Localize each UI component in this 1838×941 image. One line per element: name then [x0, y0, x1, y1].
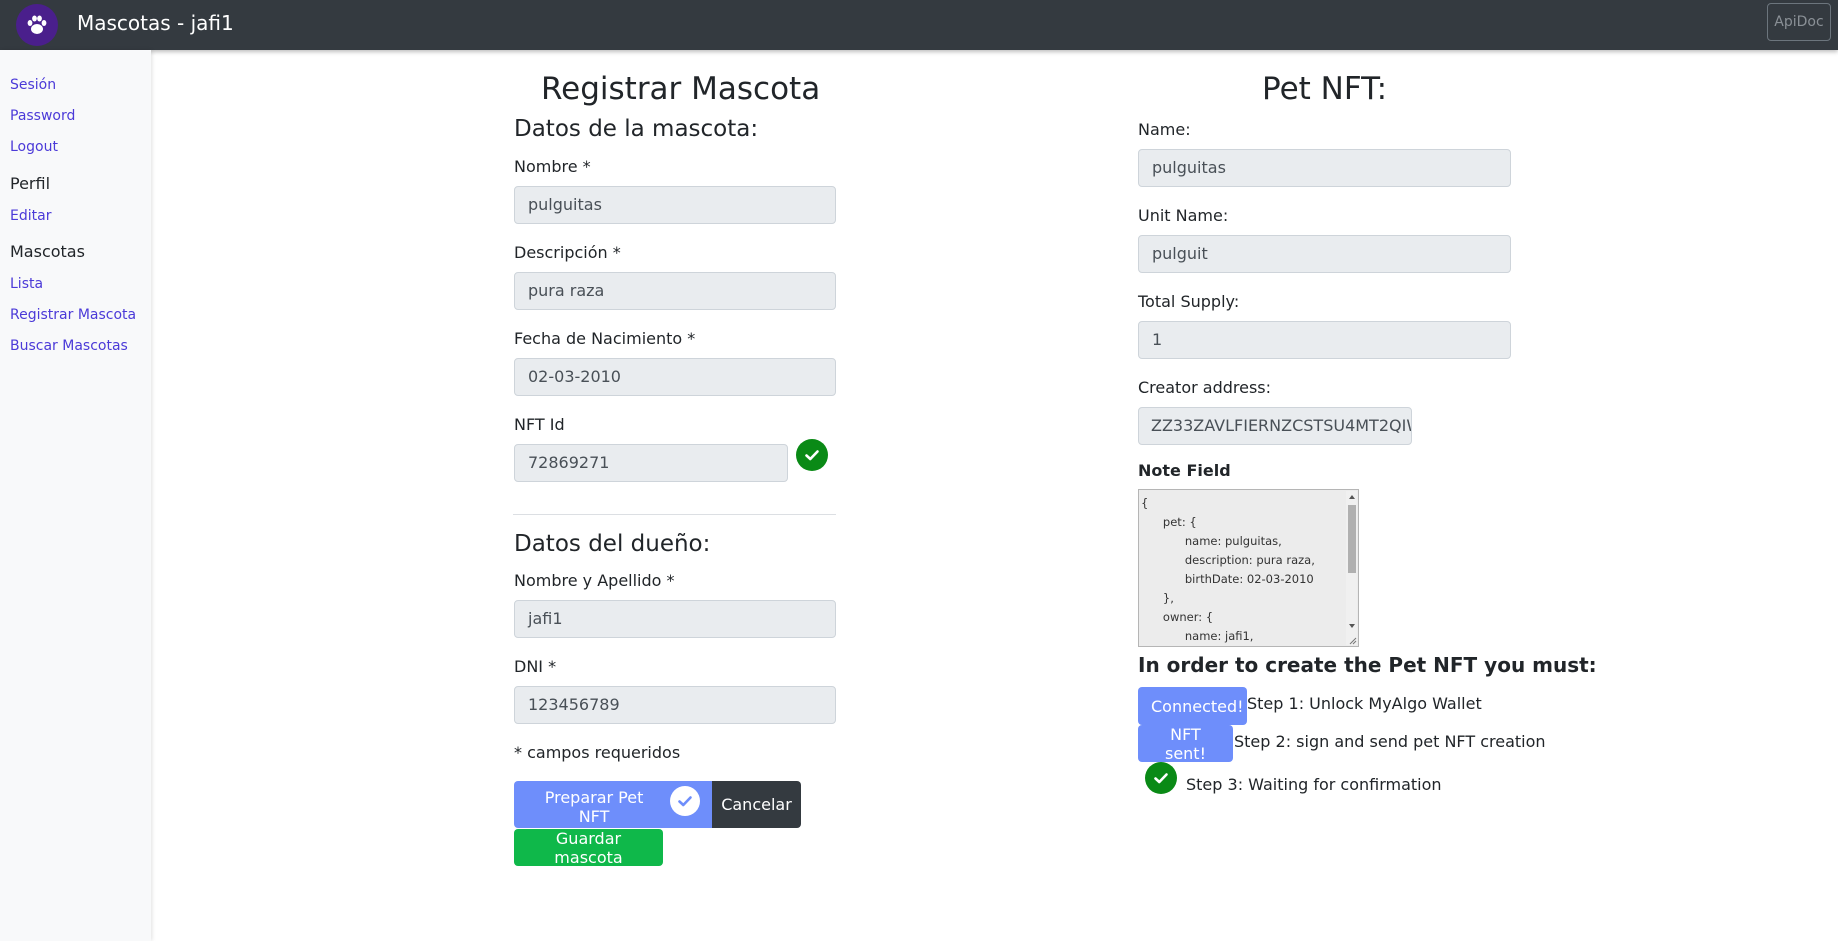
connected-button[interactable]: Connected! — [1138, 687, 1247, 725]
unit-name-field[interactable]: pulguit — [1138, 235, 1511, 273]
check-circle-icon — [1145, 762, 1177, 794]
check-circle-icon — [796, 439, 828, 471]
nombre-label: Nombre * — [514, 157, 591, 176]
sidebar-link-lista[interactable]: Lista — [10, 276, 43, 292]
sidebar-heading-mascotas: Mascotas — [10, 242, 85, 261]
note-field-content: { pet: { name: pulguitas, description: p… — [1141, 496, 1315, 643]
cancel-button[interactable]: Cancelar — [712, 781, 801, 828]
sidebar-link-editar[interactable]: Editar — [10, 208, 51, 224]
step1-text: Step 1: Unlock MyAlgo Wallet — [1247, 694, 1482, 713]
instructions-heading: In order to create the Pet NFT you must: — [1138, 653, 1597, 677]
nft-name-label: Name: — [1138, 120, 1191, 139]
pet-nft-title: Pet NFT: — [1262, 71, 1388, 107]
note-field-textarea[interactable]: { pet: { name: pulguitas, description: p… — [1138, 489, 1359, 647]
fecha-label: Fecha de Nacimiento * — [514, 329, 696, 348]
descripcion-label: Descripción * — [514, 243, 621, 262]
app-title[interactable]: Mascotas - jafi1 — [77, 11, 234, 35]
sidebar-heading-perfil: Perfil — [10, 174, 51, 193]
nombre-field[interactable]: pulguitas — [514, 186, 836, 224]
prepare-pet-nft-button[interactable]: Preparar Pet NFT — [514, 781, 713, 828]
descripcion-field[interactable]: pura raza — [514, 272, 836, 310]
step2-text: Step 2: sign and send pet NFT creation — [1234, 732, 1546, 751]
note-field-label: Note Field — [1138, 461, 1231, 480]
step3-text: Step 3: Waiting for confirmation — [1186, 775, 1442, 794]
creator-address-field[interactable]: ZZ33ZAVLFIERNZCSTSU4MT2QIW — [1138, 407, 1412, 445]
unit-name-label: Unit Name: — [1138, 206, 1229, 225]
dni-label: DNI * — [514, 657, 557, 676]
owner-name-label: Nombre y Apellido * — [514, 571, 675, 590]
fecha-nacimiento-field[interactable]: 02-03-2010 — [514, 358, 836, 396]
nft-sent-button[interactable]: NFT sent! — [1138, 725, 1233, 763]
save-pet-button[interactable]: Guardar mascota — [514, 829, 663, 867]
prepare-pet-nft-label: Preparar Pet NFT — [544, 787, 644, 826]
required-note: * campos requeridos — [514, 743, 681, 762]
total-supply-label: Total Supply: — [1138, 292, 1240, 311]
pet-section-heading: Datos de la mascota: — [514, 116, 759, 142]
sidebar-link-registrar-mascota[interactable]: Registrar Mascota — [10, 307, 136, 323]
check-circle-icon — [670, 785, 700, 816]
scroll-thumb[interactable] — [1348, 505, 1356, 573]
creator-address-label: Creator address: — [1138, 378, 1272, 397]
owner-section-heading: Datos del dueño: — [514, 531, 711, 557]
owner-name-field[interactable]: jafi1 — [514, 600, 836, 638]
top-navbar: Mascotas - jafi1 ApiDoc — [0, 0, 1838, 50]
resize-grip-icon[interactable] — [1347, 635, 1357, 645]
scroll-up-arrow-icon[interactable] — [1348, 494, 1356, 500]
page-title: Registrar Mascota — [541, 71, 821, 107]
sidebar-link-password[interactable]: Password — [10, 108, 75, 124]
divider — [513, 514, 836, 515]
dni-field[interactable]: 123456789 — [514, 686, 836, 724]
apidoc-button[interactable]: ApiDoc — [1767, 3, 1831, 41]
sidebar-link-buscar-mascotas[interactable]: Buscar Mascotas — [10, 338, 128, 354]
sidebar-link-sesion[interactable]: Sesión — [10, 77, 56, 93]
sidebar: Sesión Password Logout Perfil Editar Mas… — [0, 50, 151, 941]
sidebar-link-logout[interactable]: Logout — [10, 139, 58, 155]
paw-logo-icon[interactable] — [16, 4, 58, 46]
note-scrollbar[interactable] — [1346, 491, 1357, 645]
total-supply-field[interactable]: 1 — [1138, 321, 1511, 359]
nft-name-field[interactable]: pulguitas — [1138, 149, 1511, 187]
scroll-down-arrow-icon[interactable] — [1348, 623, 1356, 629]
nft-id-field[interactable]: 72869271 — [514, 444, 788, 482]
nft-id-label: NFT Id — [514, 415, 565, 434]
